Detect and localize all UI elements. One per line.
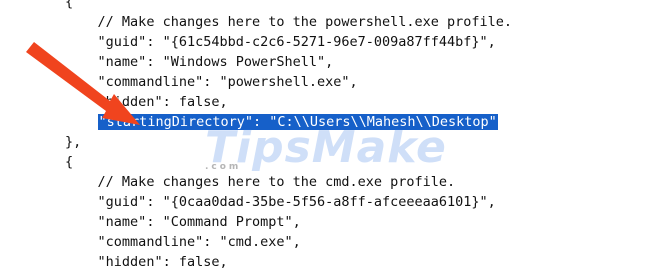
- code-line-selected[interactable]: "startingDirectory": "C:\\Users\\Mahesh\…: [0, 112, 498, 132]
- code-text: // Make changes here to the powershell.e…: [97, 14, 513, 30]
- code-line[interactable]: {: [0, 152, 73, 172]
- code-text: "hidden": false,: [97, 94, 228, 110]
- watermark-domain: .com: [205, 162, 242, 172]
- code-text: "name": "Command Prompt",: [97, 214, 301, 230]
- code-line[interactable]: "commandline": "powershell.exe",: [0, 72, 358, 92]
- code-text: {: [65, 154, 74, 170]
- code-line[interactable]: "name": "Windows PowerShell",: [0, 52, 334, 72]
- code-line[interactable]: // Make changes here to the powershell.e…: [0, 12, 513, 32]
- code-line[interactable]: },: [0, 132, 81, 152]
- code-text: },: [65, 134, 82, 150]
- code-text: "hidden": false,: [97, 254, 228, 270]
- code-text: {: [65, 0, 74, 10]
- code-text: // Make changes here to the cmd.exe prof…: [97, 174, 456, 190]
- selected-code-text: "startingDirectory": "C:\\Users\\Mahesh\…: [97, 114, 498, 130]
- code-text: "name": "Windows PowerShell",: [97, 54, 334, 70]
- code-line[interactable]: {: [0, 0, 73, 12]
- code-line[interactable]: "name": "Command Prompt",: [0, 212, 301, 232]
- code-line[interactable]: "guid": "{61c54bbd-c2c6-5271-96e7-009a87…: [0, 32, 496, 52]
- code-editor[interactable]: { // Make changes here to the powershell…: [0, 0, 650, 270]
- code-line[interactable]: "hidden": false,: [0, 252, 228, 272]
- code-text: "guid": "{61c54bbd-c2c6-5271-96e7-009a87…: [97, 34, 496, 50]
- code-line[interactable]: // Make changes here to the cmd.exe prof…: [0, 172, 456, 192]
- code-line[interactable]: "commandline": "cmd.exe",: [0, 232, 301, 252]
- code-text: "guid": "{0caa0dad-35be-5f56-a8ff-afceee…: [97, 194, 496, 210]
- code-line[interactable]: "guid": "{0caa0dad-35be-5f56-a8ff-afceee…: [0, 192, 496, 212]
- code-text: "commandline": "powershell.exe",: [97, 74, 358, 90]
- code-line[interactable]: "hidden": false,: [0, 92, 228, 112]
- code-text: "commandline": "cmd.exe",: [97, 234, 301, 250]
